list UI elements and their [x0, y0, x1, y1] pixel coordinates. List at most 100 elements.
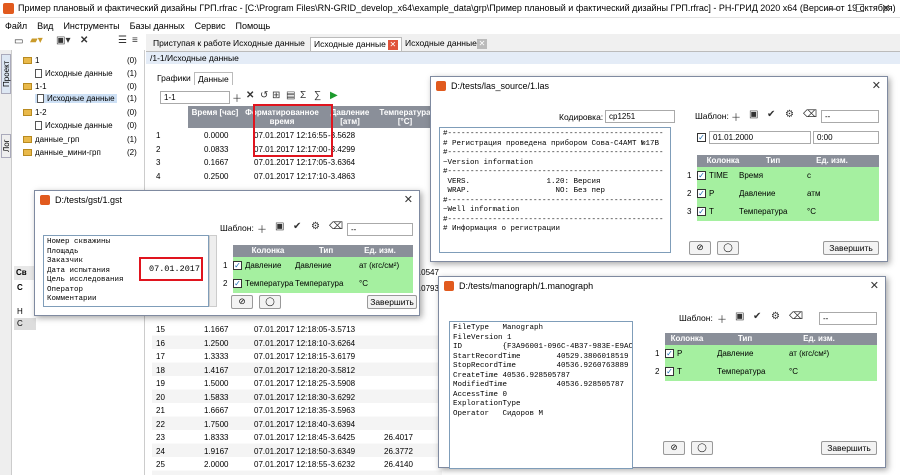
mapping-row[interactable]: 1 ✓ TIME Время с — [687, 167, 879, 185]
ok-circle-button[interactable]: ⊘ — [231, 295, 253, 309]
encoding-select[interactable]: cp1251 — [605, 110, 675, 123]
tree-node-selected[interactable]: Исходные данные — [35, 94, 117, 104]
row-checkbox[interactable]: ✓ — [697, 207, 706, 216]
dataset-select[interactable]: 1-1 — [160, 91, 230, 104]
row-checkbox[interactable]: ✓ — [233, 261, 242, 270]
file-preview[interactable]: #---------------------------------------… — [439, 127, 671, 253]
menu-view[interactable]: Вид — [32, 18, 58, 31]
collapse-all-icon[interactable]: ≡ — [132, 35, 138, 46]
tree-node[interactable]: Исходные данные — [35, 69, 113, 79]
mapping-row[interactable]: 1 ✓ Давление Давление ат (кгс/см²) — [223, 257, 413, 275]
save-icon[interactable]: ▣ — [749, 109, 758, 120]
table-row[interactable]: 4 0.2500 07.01.2017 12:17:10 -3.4863 — [152, 171, 442, 183]
table-row[interactable]: 22 1.7500 07.01.2017 12:18:40 -3.6394 — [152, 419, 442, 431]
ok-circle-button[interactable]: ⊘ — [689, 241, 711, 255]
table-row[interactable]: 25 2.0000 07.01.2017 12:18:55 -3.6232 26.414… — [152, 459, 442, 471]
circle-button[interactable]: ◯ — [259, 295, 281, 309]
tree-node[interactable]: данные_грп — [23, 135, 79, 144]
minimize-button[interactable]: — — [818, 2, 846, 16]
menu-service[interactable]: Сервис — [190, 18, 231, 31]
import-icon[interactable]: ▤ — [286, 90, 295, 101]
menu-tools[interactable]: Инструменты — [58, 18, 124, 31]
mapping-row[interactable]: 1 ✓ P Давление ат (кгс/см²) — [655, 345, 877, 363]
tree-node[interactable]: данные_мини-грп — [23, 148, 101, 157]
add-icon[interactable]: ＋ — [257, 221, 267, 236]
erase-icon[interactable]: ⌫ — [803, 109, 817, 120]
add-icon[interactable]: ＋ — [717, 311, 727, 326]
run-icon[interactable]: ▶ — [330, 90, 338, 101]
tab-getting-started[interactable]: Приступая к работе — [150, 37, 234, 49]
erase-icon[interactable]: ⌫ — [329, 221, 343, 232]
side-tab-log[interactable]: Лог — [1, 134, 11, 158]
finish-button[interactable]: Завершить — [821, 441, 877, 455]
maximize-button[interactable]: ☐ — [846, 2, 874, 16]
menu-file[interactable]: Файл — [0, 18, 32, 31]
close-button[interactable]: ✕ — [872, 2, 900, 16]
mapping-row[interactable]: 3 ✓ T Температура °С — [687, 203, 879, 221]
row-checkbox[interactable]: ✓ — [697, 189, 706, 198]
table-row[interactable]: 24 1.9167 07.01.2017 12:18:50 -3.6349 26.377… — [152, 446, 442, 458]
table-row[interactable]: 18 1.4167 07.01.2017 12:18:20 -3.5812 — [152, 365, 442, 377]
tree-node[interactable]: Исходные данные — [35, 121, 113, 131]
undo-icon[interactable]: ↺ — [260, 90, 268, 101]
column-header[interactable]: Время [час] — [188, 106, 242, 128]
table-row[interactable]: 15 1.1667 07.01.2017 12:18:05 -3.5713 — [152, 324, 442, 336]
calc-icon[interactable]: ∑ — [314, 90, 321, 101]
tab-data[interactable]: Данные — [194, 72, 233, 85]
tab-source-data[interactable]: Исходные данные — [230, 37, 308, 49]
table-row[interactable]: 3 0.1667 07.01.2017 12:17:05 -3.6364 — [152, 157, 442, 169]
side-tab-project[interactable]: Проект — [1, 54, 11, 94]
row-checkbox[interactable]: ✓ — [233, 279, 242, 288]
tab-source-data-active[interactable]: Исходные данные ✕ — [310, 37, 402, 51]
template-select[interactable]: -- — [347, 223, 413, 236]
menu-help[interactable]: Помощь — [230, 18, 275, 31]
mapping-row[interactable]: 2 ✓ T Температура °С — [655, 363, 877, 381]
save-icon[interactable]: ▣ — [275, 221, 284, 232]
finish-button[interactable]: Завершить — [367, 295, 417, 309]
delete-icon[interactable]: ✕ — [80, 35, 88, 46]
close-icon[interactable]: ✕ — [870, 279, 879, 292]
format-icon[interactable]: ⊞ — [272, 90, 280, 101]
close-icon[interactable]: ✕ — [872, 79, 881, 92]
finish-button[interactable]: Завершить — [823, 241, 879, 255]
menu-databases[interactable]: Базы данных — [125, 18, 190, 31]
add-icon[interactable]: ＋ — [731, 109, 741, 124]
open-folder-icon[interactable]: ▰▾ — [30, 35, 43, 46]
row-checkbox[interactable]: ✓ — [665, 367, 674, 376]
close-tab-icon[interactable]: ✕ — [387, 40, 398, 50]
scrollbar[interactable] — [209, 235, 217, 307]
gear-icon[interactable]: ⚙ — [311, 221, 320, 232]
mapping-row[interactable]: 2 ✓ P Давление атм — [687, 185, 879, 203]
close-icon[interactable]: ✕ — [404, 193, 413, 206]
sigma-icon[interactable]: Σ — [300, 90, 306, 101]
save-icon[interactable]: ▣▾ — [56, 35, 70, 46]
table-row[interactable]: 16 1.2500 07.01.2017 12:18:10 -3.6264 — [152, 338, 442, 350]
date-checkbox[interactable]: ✓ — [697, 133, 706, 142]
add-icon[interactable]: ＋ — [232, 90, 242, 105]
table-row[interactable]: 19 1.5000 07.01.2017 12:18:25 -3.5908 — [152, 378, 442, 390]
ok-circle-button[interactable]: ⊘ — [663, 441, 685, 455]
delete-icon[interactable]: ✕ — [246, 90, 254, 101]
gear-icon[interactable]: ⚙ — [771, 311, 780, 322]
row-checkbox[interactable]: ✓ — [697, 171, 706, 180]
tree-node[interactable]: 1 — [23, 56, 39, 65]
row-checkbox[interactable]: ✓ — [665, 349, 674, 358]
table-row[interactable]: 17 1.3333 07.01.2017 12:18:15 -3.6179 — [152, 351, 442, 363]
check-icon[interactable]: ✔ — [767, 109, 775, 120]
template-select[interactable]: -- — [821, 110, 879, 123]
expand-all-icon[interactable]: ☰ — [118, 35, 127, 46]
file-preview[interactable]: FileType Manograph FileVersion 1 ID {F3A96… — [449, 321, 633, 469]
tree-node[interactable]: 1-1 — [23, 82, 47, 91]
new-file-icon[interactable]: ▭ — [14, 36, 23, 47]
gear-icon[interactable]: ⚙ — [785, 109, 794, 120]
table-row[interactable]: 21 1.6667 07.01.2017 12:18:35 -3.5963 — [152, 405, 442, 417]
start-date-input[interactable]: 01.01.2000 — [709, 131, 811, 144]
tab-source-data[interactable]: Исходные данные — [402, 37, 480, 49]
erase-icon[interactable]: ⌫ — [789, 311, 803, 322]
table-row[interactable]: 20 1.5833 07.01.2017 12:18:30 -3.6292 — [152, 392, 442, 404]
circle-button[interactable]: ◯ — [717, 241, 739, 255]
circle-button[interactable]: ◯ — [691, 441, 713, 455]
tree-node[interactable]: 1-2 — [23, 108, 47, 117]
check-icon[interactable]: ✔ — [753, 311, 761, 322]
save-icon[interactable]: ▣ — [735, 311, 744, 322]
